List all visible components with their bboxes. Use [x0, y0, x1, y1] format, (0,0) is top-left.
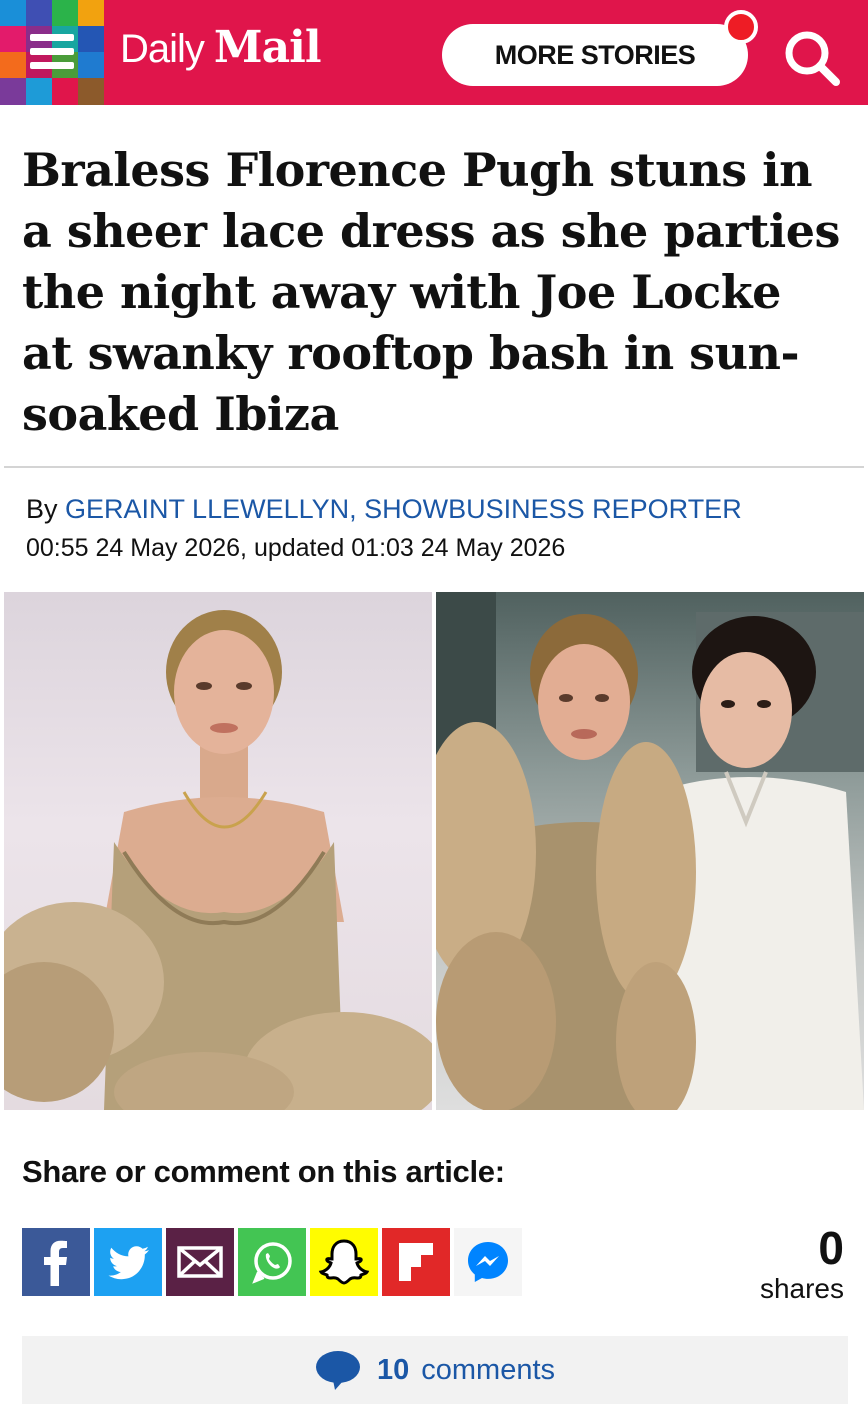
whatsapp-share-button[interactable]	[238, 1228, 306, 1296]
menu-tile	[78, 0, 104, 26]
email-share-button[interactable]	[166, 1228, 234, 1296]
article-headline: Braless Florence Pugh stuns in a sheer l…	[22, 143, 840, 441]
menu-tile	[26, 78, 52, 105]
author-link[interactable]: GERAINT LLEWELLYN, SHOWBUSINESS REPORTER	[65, 494, 742, 524]
logo-daily: Daily	[120, 27, 205, 71]
twitter-share-button[interactable]	[94, 1228, 162, 1296]
menu-tile	[0, 52, 26, 78]
comments-label: comments	[421, 1353, 556, 1386]
share-count-label: shares	[759, 1273, 844, 1304]
logo-mail: Mail	[213, 22, 322, 73]
facebook-share-button[interactable]	[22, 1228, 90, 1296]
menu-tile	[52, 0, 78, 26]
whatsapp-icon	[252, 1242, 292, 1284]
menu-tile	[0, 0, 26, 26]
dateline: 00:55 24 May 2026, updated 01:03 24 May …	[26, 534, 566, 562]
share-count-number: 0	[818, 1222, 844, 1274]
site-header: Daily Mail MORE STORIES	[0, 0, 868, 105]
menu-tile	[78, 26, 104, 52]
menu-tile	[78, 52, 104, 78]
menu-tile	[0, 26, 26, 52]
byline: By GERAINT LLEWELLYN, SHOWBUSINESS REPOR…	[26, 494, 742, 525]
menu-tile	[52, 78, 78, 105]
hamburger-icon	[30, 30, 74, 74]
share-buttons	[22, 1228, 522, 1296]
flipboard-icon	[399, 1243, 433, 1281]
photo-right-illustration	[436, 592, 864, 1110]
snapchat-icon	[318, 1239, 370, 1285]
more-stories-button[interactable]: MORE STORIES	[442, 24, 748, 86]
share-title: Share or comment on this article:	[22, 1154, 505, 1189]
menu-tile	[0, 78, 26, 105]
menu-tile	[26, 0, 52, 26]
facebook-icon	[44, 1240, 67, 1286]
comments-count: 10	[376, 1353, 410, 1386]
snapchat-share-button[interactable]	[310, 1228, 378, 1296]
menu-tile	[78, 78, 104, 105]
photo-left-illustration	[4, 610, 432, 1110]
byline-prefix: By	[26, 494, 58, 524]
article-photo-left[interactable]	[4, 592, 432, 1110]
divider	[4, 466, 864, 468]
messenger-share-button[interactable]	[454, 1228, 522, 1296]
messenger-icon	[468, 1242, 508, 1282]
share-count: 0 shares	[740, 1222, 844, 1304]
menu-button[interactable]	[0, 0, 104, 105]
email-icon	[177, 1246, 223, 1278]
flipboard-share-button[interactable]	[382, 1228, 450, 1296]
comment-bubble-icon	[315, 1351, 360, 1390]
notification-dot	[724, 10, 758, 44]
comments-button[interactable]: 10 comments	[22, 1336, 848, 1404]
article-photo-right[interactable]	[436, 592, 864, 1110]
search-icon[interactable]	[780, 26, 844, 90]
twitter-icon	[108, 1246, 149, 1280]
site-logo[interactable]: Daily Mail	[120, 22, 322, 82]
